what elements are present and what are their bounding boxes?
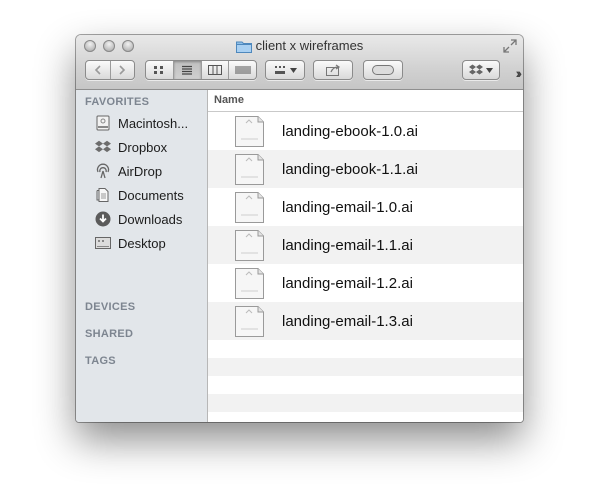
share-icon: [326, 64, 341, 76]
illustrator-file-icon: [235, 306, 264, 337]
file-row[interactable]: landing-email-1.2.ai: [208, 264, 523, 302]
file-row[interactable]: landing-email-1.0.ai: [208, 188, 523, 226]
file-row[interactable]: landing-ebook-1.1.ai: [208, 150, 523, 188]
tag-icon: [372, 65, 394, 75]
file-list: Name landing-ebook-1.0.ai landing-ebook-…: [208, 90, 523, 422]
illustrator-file-icon: [235, 192, 264, 223]
favorites-heading: FAVORITES: [85, 96, 150, 108]
downloads-icon: [94, 210, 112, 228]
share-button[interactable]: [313, 60, 353, 80]
tags-button[interactable]: [363, 60, 403, 80]
toolbar-overflow-icon[interactable]: ››: [516, 65, 523, 81]
empty-row: [208, 376, 523, 394]
file-name: landing-ebook-1.0.ai: [282, 122, 418, 140]
empty-row: [208, 412, 523, 422]
sidebar-item-label: Downloads: [118, 211, 183, 227]
sidebar-item-documents[interactable]: Documents: [94, 184, 204, 206]
shared-heading[interactable]: SHARED: [85, 328, 133, 340]
documents-icon: [94, 186, 112, 204]
devices-heading[interactable]: DEVICES: [85, 301, 135, 313]
file-row[interactable]: landing-email-1.3.ai: [208, 302, 523, 340]
finder-window: client x wireframes ›› FAVORITES Macinto…: [76, 35, 523, 422]
coverflow-view-button[interactable]: [229, 61, 256, 79]
airdrop-icon: [94, 162, 112, 180]
dropbox-icon: [94, 138, 112, 156]
sidebar-item-macintosh-hd[interactable]: Macintosh...: [94, 112, 204, 134]
column-header[interactable]: Name: [208, 90, 523, 112]
fullscreen-icon[interactable]: [503, 39, 517, 58]
forward-icon: [119, 65, 126, 75]
empty-row: [208, 340, 523, 358]
illustrator-file-icon: [235, 230, 264, 261]
tags-heading[interactable]: TAGS: [85, 355, 116, 367]
back-icon: [94, 65, 101, 75]
illustrator-file-icon: [235, 268, 264, 299]
chevron-down-icon: [486, 67, 493, 73]
list-view-button[interactable]: [173, 61, 202, 79]
back-forward-control: [85, 60, 135, 80]
window-title: client x wireframes: [255, 38, 364, 53]
dropbox-icon: [469, 64, 483, 75]
arrange-button[interactable]: [265, 60, 305, 80]
illustrator-file-icon: [235, 116, 264, 147]
dropbox-toolbar-button[interactable]: [462, 60, 500, 80]
name-column-label: Name: [214, 94, 244, 106]
column-view-button[interactable]: [202, 61, 230, 79]
column-view-icon: [207, 65, 222, 75]
sidebar-item-label: Desktop: [118, 235, 166, 251]
forward-button[interactable]: [111, 61, 134, 79]
empty-row: [208, 358, 523, 376]
sidebar-item-label: AirDrop: [118, 163, 163, 179]
file-name: landing-email-1.2.ai: [282, 274, 413, 292]
file-name: landing-email-1.0.ai: [282, 198, 413, 216]
file-row[interactable]: landing-email-1.1.ai: [208, 226, 523, 264]
coverflow-view-icon: [235, 66, 251, 74]
sidebar-item-airdrop[interactable]: AirDrop: [94, 160, 204, 182]
hard-drive-icon: [94, 114, 112, 132]
icon-view-icon: [154, 66, 164, 74]
toolbar: client x wireframes ››: [76, 35, 523, 90]
icon-view-button[interactable]: [146, 61, 174, 79]
desktop-icon: [94, 234, 112, 252]
file-name: landing-email-1.3.ai: [282, 312, 413, 330]
sidebar-item-dropbox[interactable]: Dropbox: [94, 136, 204, 158]
folder-icon: [235, 40, 252, 57]
sidebar-item-downloads[interactable]: Downloads: [94, 208, 204, 230]
empty-row: [208, 394, 523, 412]
illustrator-file-icon: [235, 154, 264, 185]
file-name: landing-email-1.1.ai: [282, 236, 413, 254]
window-title-bar: client x wireframes: [76, 38, 523, 57]
view-mode-control: [145, 60, 257, 80]
sidebar: FAVORITES Macintosh... Dropbox AirDrop D…: [76, 90, 208, 422]
chevron-down-icon: [289, 67, 297, 73]
arrange-icon: [274, 66, 285, 74]
file-row[interactable]: landing-ebook-1.0.ai: [208, 112, 523, 150]
back-button[interactable]: [86, 61, 111, 79]
sidebar-item-desktop[interactable]: Desktop: [94, 232, 204, 254]
file-name: landing-ebook-1.1.ai: [282, 160, 418, 178]
list-view-icon: [182, 65, 193, 75]
sidebar-item-label: Documents: [118, 187, 184, 203]
sidebar-item-label: Dropbox: [118, 139, 168, 155]
sidebar-item-label: Macintosh...: [118, 115, 189, 131]
